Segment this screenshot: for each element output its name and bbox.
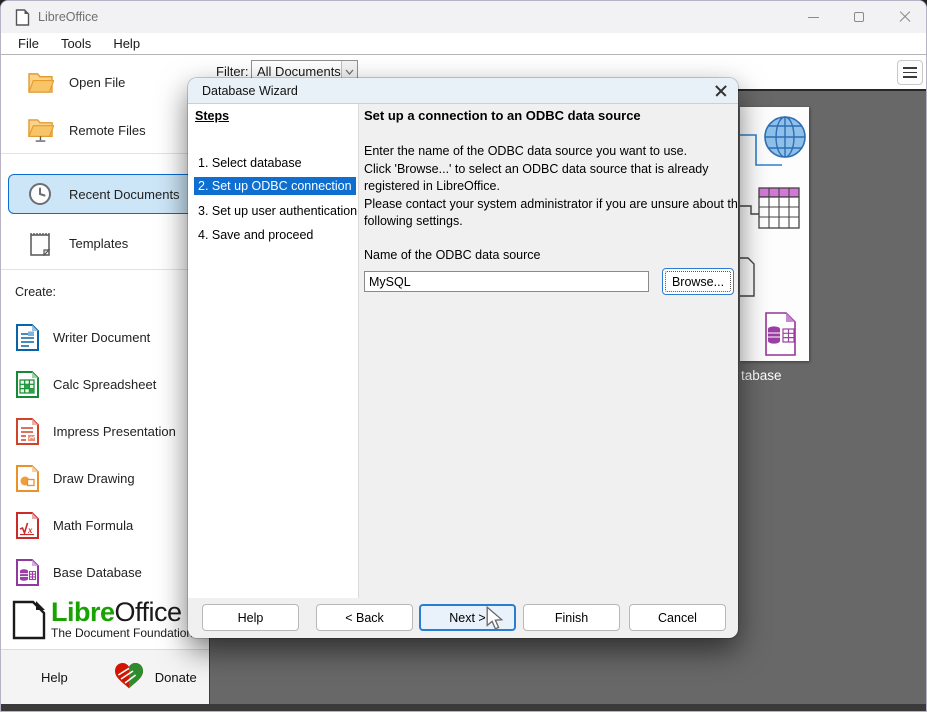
close-button[interactable] (882, 1, 927, 33)
sidebar-item-label: Recent Documents (69, 187, 180, 202)
back-button[interactable]: < Back (316, 604, 413, 631)
draw-drawing-icon (13, 464, 41, 493)
hamburger-icon (903, 67, 917, 69)
database-wizard-dialog: Database Wizard Steps 1. Select database… (188, 78, 738, 638)
dialog-close-button[interactable] (713, 83, 729, 99)
sidebar-footer: Help Donate (1, 649, 209, 704)
close-icon (899, 11, 911, 23)
dialog-title-bar[interactable]: Database Wizard (188, 78, 738, 104)
logo-tagline: The Document Foundation (51, 627, 193, 639)
browse-button[interactable]: Browse... (662, 268, 734, 295)
create-math-formula[interactable]: x Math Formula (13, 507, 203, 543)
sidebar-separator (1, 153, 209, 154)
base-database-icon (13, 558, 41, 587)
menu-help[interactable]: Help (102, 36, 151, 51)
sidebar-separator (1, 269, 209, 270)
donate-heart-icon[interactable] (113, 660, 145, 695)
steps-heading: Steps (195, 109, 229, 123)
open-folder-icon (25, 71, 55, 93)
sidebar-item-templates[interactable]: Templates (8, 223, 203, 263)
create-section-label: Create: (15, 285, 56, 299)
create-item-label: Calc Spreadsheet (53, 377, 156, 392)
page-title: Set up a connection to an ODBC data sour… (364, 108, 641, 123)
next-button[interactable]: Next > (419, 604, 516, 631)
recent-document-name[interactable]: tabase (741, 368, 782, 383)
create-base-database[interactable]: Base Database (13, 554, 203, 590)
filter-label: Filter: (216, 64, 249, 79)
create-item-label: Writer Document (53, 330, 150, 345)
minimize-icon (808, 17, 819, 18)
step-save-and-proceed[interactable]: 4. Save and proceed (194, 226, 317, 244)
title-bar: LibreOffice (1, 1, 927, 33)
window-title: LibreOffice (38, 10, 98, 24)
sidebar-item-remote-files[interactable]: Remote Files (8, 110, 203, 150)
sidebar-item-recent-documents[interactable]: Recent Documents (8, 174, 203, 214)
step-setup-user-authentication[interactable]: 3. Set up user authentication (194, 202, 361, 220)
close-icon (715, 85, 727, 97)
logo-document-icon (11, 599, 47, 641)
create-writer-document[interactable]: Writer Document (13, 319, 203, 355)
menu-tools[interactable]: Tools (50, 36, 102, 51)
step-select-database[interactable]: 1. Select database (194, 154, 306, 172)
hamburger-menu-button[interactable] (897, 60, 923, 85)
sidebar-item-label: Templates (69, 236, 128, 251)
create-calc-spreadsheet[interactable]: Calc Spreadsheet (13, 366, 203, 402)
wizard-steps-panel: Steps 1. Select database 2. Set up ODBC … (188, 104, 359, 598)
focus-rectangle (665, 271, 731, 292)
impress-presentation-icon (13, 417, 41, 446)
create-item-label: Base Database (53, 565, 142, 580)
create-item-label: Impress Presentation (53, 424, 176, 439)
maximize-button[interactable] (836, 1, 882, 33)
odbc-name-input[interactable] (364, 271, 649, 292)
create-item-label: Math Formula (53, 518, 133, 533)
math-formula-icon: x (13, 511, 41, 540)
window-bottom-strip (1, 704, 927, 712)
sidebar: Open File Remote Files Recent Documents (1, 55, 209, 704)
donate-link[interactable]: Donate (155, 670, 197, 685)
create-draw-drawing[interactable]: Draw Drawing (13, 460, 203, 496)
menu-bar: File Tools Help (1, 33, 927, 55)
help-button[interactable]: Help (202, 604, 299, 631)
templates-icon (25, 231, 55, 256)
minimize-button[interactable] (790, 1, 836, 33)
svg-text:x: x (27, 525, 33, 535)
cancel-button[interactable]: Cancel (629, 604, 726, 631)
app-document-icon (15, 9, 30, 26)
dialog-title: Database Wizard (202, 84, 298, 98)
description-text: Enter the name of the ODBC data source y… (364, 144, 738, 232)
create-item-label: Draw Drawing (53, 471, 135, 486)
finish-button[interactable]: Finish (523, 604, 620, 631)
sidebar-item-label: Remote Files (69, 123, 146, 138)
logo-wordmark: LibreOffice (51, 599, 193, 626)
writer-document-icon (13, 323, 41, 352)
sidebar-item-label: Open File (69, 75, 125, 90)
odbc-name-label: Name of the ODBC data source (364, 248, 540, 262)
libreoffice-logo: LibreOffice The Document Foundation (11, 599, 207, 647)
remote-folder-icon (25, 118, 55, 143)
calc-spreadsheet-icon (13, 370, 41, 399)
database-preview-graphic (740, 107, 809, 361)
step-setup-odbc-connection[interactable]: 2. Set up ODBC connection (194, 177, 356, 195)
menu-file[interactable]: File (7, 36, 50, 51)
recent-document-thumbnail[interactable] (740, 107, 809, 361)
maximize-icon (854, 12, 864, 22)
create-impress-presentation[interactable]: Impress Presentation (13, 413, 203, 449)
sidebar-item-open-file[interactable]: Open File (8, 62, 203, 102)
wizard-content-panel: Set up a connection to an ODBC data sour… (359, 104, 738, 598)
libreoffice-start-center-window: LibreOffice File Tools Help Open File (0, 0, 927, 712)
clock-icon (25, 182, 55, 206)
help-link[interactable]: Help (41, 670, 68, 685)
